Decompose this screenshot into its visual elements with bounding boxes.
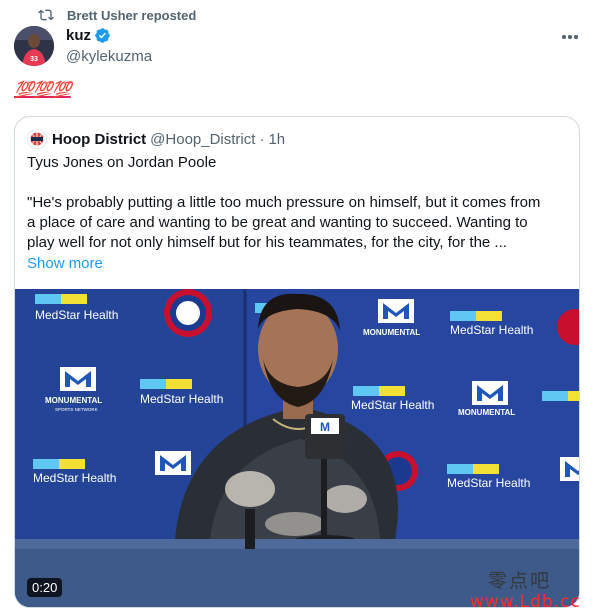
monumental-label-1: MONUMENTAL: [45, 396, 102, 405]
monumental-label-2: MONUMENTAL: [363, 328, 420, 337]
video-player[interactable]: MedStar Health MONUMENTAL SPORTS NETWORK…: [15, 289, 579, 607]
mic-flag-label: M: [320, 420, 330, 434]
quote-header: Hoop District @Hoop_District · 1h: [27, 129, 285, 149]
medstar-label-1: MedStar Health: [35, 308, 118, 322]
quote-body-line-3: play well for not only himself but for h…: [27, 234, 507, 251]
quote-separator: ·: [259, 130, 265, 148]
watermark-url: www.Ldb.cc: [470, 592, 581, 612]
quote-author-name[interactable]: Hoop District: [52, 131, 146, 148]
quote-author-handle[interactable]: @Hoop_District: [150, 131, 255, 148]
author-handle[interactable]: @kylekuzma: [66, 48, 152, 65]
medstar-label-5: MedStar Health: [351, 398, 434, 412]
quote-title: Tyus Jones on Jordan Poole: [27, 154, 217, 171]
medstar-label-3: MedStar Health: [33, 471, 116, 485]
svg-text:33: 33: [30, 56, 38, 63]
quote-body-line-1: "He's probably putting a little too much…: [27, 194, 541, 211]
repost-context[interactable]: Brett Usher reposted: [38, 6, 196, 24]
quote-body-line-2: a place of care and wanting to be great …: [27, 214, 528, 231]
medstar-label-2: MedStar Health: [140, 392, 223, 406]
repost-icon: [38, 9, 54, 21]
video-frame: MedStar Health MONUMENTAL SPORTS NETWORK…: [15, 289, 579, 607]
author-name[interactable]: kuz: [66, 27, 91, 44]
author-name-row[interactable]: kuz: [66, 27, 111, 44]
watermark-chinese-text: 零点吧: [488, 570, 552, 592]
more-options-button[interactable]: [556, 28, 584, 46]
avatar[interactable]: 33: [14, 26, 54, 66]
monumental-sub-label-1: SPORTS NETWORK: [55, 407, 98, 412]
medstar-label-6: MedStar Health: [447, 476, 530, 490]
more-dot: [568, 35, 572, 39]
quoted-tweet-card[interactable]: Hoop District @Hoop_District · 1h Tyus J…: [14, 116, 580, 608]
more-horizontal-icon: [562, 35, 566, 39]
watermark: 零点吧 www.Ldb.cc: [470, 566, 590, 612]
more-dot: [574, 35, 578, 39]
tweet-text: 💯💯💯: [14, 82, 72, 99]
avatar-image: 33: [14, 26, 54, 66]
repost-label: Brett Usher reposted: [67, 7, 197, 23]
medstar-label-4: MedStar Health: [450, 323, 533, 337]
show-more-link[interactable]: Show more: [27, 254, 103, 274]
hoop-district-logo: [27, 129, 47, 149]
verified-badge-icon: [95, 28, 110, 43]
video-duration-badge: 0:20: [27, 578, 63, 597]
quote-timestamp[interactable]: 1h: [268, 131, 285, 148]
monumental-label-3: MONUMENTAL: [458, 408, 515, 417]
